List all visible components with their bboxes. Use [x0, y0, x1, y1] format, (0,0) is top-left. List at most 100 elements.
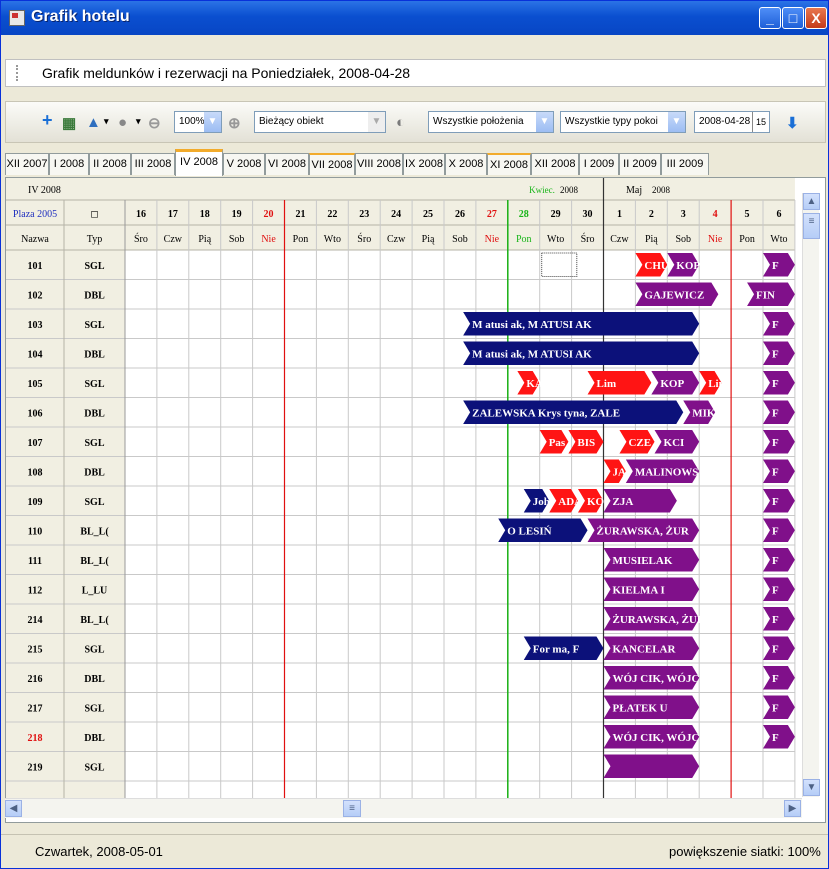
- room-type: BL_L(: [80, 615, 109, 626]
- title-bar[interactable]: Grafik hotelu _ □ X: [1, 1, 828, 35]
- tab-iii-2008[interactable]: III 2008: [131, 153, 175, 175]
- tab-xi-2008[interactable]: XI 2008: [487, 153, 531, 175]
- booking-bar[interactable]: [603, 754, 700, 779]
- booking-label: F: [772, 496, 779, 508]
- tab-vi-2008[interactable]: VI 2008: [265, 153, 309, 175]
- booking-label: F: [772, 584, 779, 596]
- tab-viii-2008[interactable]: VIII 2008: [355, 153, 403, 175]
- day-number: 24: [391, 209, 401, 220]
- booking-label: F: [772, 407, 779, 419]
- room-type: DBL: [84, 468, 105, 479]
- zoom-in-icon[interactable]: ⊕: [228, 114, 241, 132]
- booking-bar[interactable]: [763, 400, 795, 425]
- booking-bar[interactable]: [763, 695, 795, 720]
- booking-bar[interactable]: [763, 725, 795, 749]
- zoom-out-icon[interactable]: ⊖: [148, 114, 161, 132]
- booking-bar[interactable]: [763, 489, 795, 513]
- bed-icon[interactable]: ▦: [62, 114, 76, 132]
- vertical-scrollbar[interactable]: ▲ ≡ ▼: [802, 193, 820, 797]
- cleaning-icon[interactable]: ▲: [86, 114, 101, 131]
- room-type-select[interactable]: Wszystkie typy pokoi ▼: [560, 111, 686, 133]
- room-type: DBL: [84, 291, 105, 302]
- scroll-up-icon[interactable]: ▲: [803, 193, 820, 210]
- close-button[interactable]: X: [805, 7, 827, 29]
- minimize-button[interactable]: _: [759, 7, 781, 29]
- download-arrow-icon[interactable]: ⬇: [786, 114, 799, 132]
- day-number: 21: [295, 209, 305, 220]
- booking-bar[interactable]: [763, 666, 795, 690]
- tab-iv-2008[interactable]: IV 2008: [175, 149, 223, 176]
- tab-ii-2009[interactable]: II 2009: [619, 153, 661, 175]
- booking-bar[interactable]: [763, 341, 795, 366]
- room-number: 219: [28, 763, 43, 774]
- tab-i-2009[interactable]: I 2009: [579, 153, 619, 175]
- booking-bar[interactable]: [763, 312, 795, 336]
- booking-label: KIELMA I: [613, 584, 665, 596]
- booking-label: F: [772, 673, 779, 685]
- date-picker[interactable]: 2008-04-28 15: [694, 111, 770, 133]
- room-type: SGL: [84, 438, 104, 449]
- booking-bar[interactable]: [763, 518, 795, 543]
- booking-bar[interactable]: [763, 253, 795, 277]
- tab-i-2008[interactable]: I 2008: [49, 153, 89, 175]
- maximize-button[interactable]: □: [782, 7, 804, 29]
- booking-bar[interactable]: [763, 371, 795, 395]
- room-type-icon: ◻: [90, 209, 98, 220]
- scroll-right-icon[interactable]: ▶: [784, 800, 801, 817]
- chevron-down-icon[interactable]: ▾: [104, 116, 109, 127]
- booking-label: Lim: [597, 378, 617, 390]
- tab-v-2008[interactable]: V 2008: [223, 153, 265, 175]
- day-number: 5: [745, 209, 750, 220]
- globe-icon[interactable]: ◐: [396, 114, 405, 131]
- booking-label: F: [772, 260, 779, 272]
- object-select[interactable]: Bieżący obiekt ▼: [254, 111, 386, 133]
- booking-label: F: [772, 732, 779, 744]
- chevron-down-icon[interactable]: ▾: [136, 116, 141, 127]
- booking-bar[interactable]: [763, 636, 795, 661]
- booking-label: BIS: [577, 437, 595, 449]
- tab-vii-2008[interactable]: VII 2008: [309, 153, 355, 175]
- booking-bar[interactable]: [763, 548, 795, 572]
- date-value: 2008-04-28: [699, 116, 751, 127]
- chevron-down-icon: ▼: [368, 112, 385, 132]
- scroll-thumb[interactable]: ≡: [803, 213, 820, 239]
- day-number: 18: [200, 209, 210, 220]
- printer-icon[interactable]: ●: [118, 114, 127, 131]
- tab-ii-2008[interactable]: II 2008: [89, 153, 131, 175]
- day-name: Sob: [229, 234, 245, 245]
- day-name: Nie: [708, 234, 723, 245]
- room-number: 218: [28, 733, 43, 744]
- scroll-thumb[interactable]: ≡: [343, 800, 361, 817]
- status-date: Czwartek, 2008-05-01: [35, 844, 163, 859]
- add-icon[interactable]: +: [42, 110, 53, 131]
- booking-bar[interactable]: [763, 607, 795, 631]
- booking-label: F: [772, 348, 779, 360]
- booking-bar[interactable]: [763, 577, 795, 602]
- booking-label: CZE: [628, 437, 651, 449]
- horizontal-scrollbar[interactable]: ◀ ≡ ▶: [5, 798, 802, 818]
- booking-bar[interactable]: [763, 459, 795, 484]
- day-name: Nie: [261, 234, 276, 245]
- scroll-left-icon[interactable]: ◀: [5, 800, 22, 817]
- day-number: 26: [455, 209, 465, 220]
- calendar-icon[interactable]: 15: [752, 112, 769, 132]
- tab-x-2008[interactable]: X 2008: [445, 153, 487, 175]
- scroll-down-icon[interactable]: ▼: [803, 779, 820, 796]
- tab-ix-2008[interactable]: IX 2008: [403, 153, 445, 175]
- room-type: DBL: [84, 350, 105, 361]
- day-number: 25: [423, 209, 433, 220]
- tab-xii-2007[interactable]: XII 2007: [5, 153, 49, 175]
- tab-iii-2009[interactable]: III 2009: [661, 153, 709, 175]
- booking-label: F: [772, 702, 779, 714]
- month-tabs: XII 2007 I 2008 II 2008 III 2008 IV 2008 V 20…: [5, 149, 826, 177]
- room-number: 216: [28, 674, 43, 685]
- location-select[interactable]: Wszystkie położenia ▼: [428, 111, 554, 133]
- tab-xii-2008[interactable]: XII 2008: [531, 153, 579, 175]
- room-type: SGL: [84, 645, 104, 656]
- zoom-select[interactable]: 100% ▼: [174, 111, 222, 133]
- schedule-grid[interactable]: IV 2008 Kwiec. 2008 Maj 2008 Plaza 2005 ◻ Nazwa…: [6, 178, 803, 798]
- booking-bar[interactable]: [763, 430, 795, 454]
- room-number: 107: [28, 438, 43, 449]
- booking-label: F: [772, 614, 779, 626]
- booking-label: Joh: [533, 496, 550, 508]
